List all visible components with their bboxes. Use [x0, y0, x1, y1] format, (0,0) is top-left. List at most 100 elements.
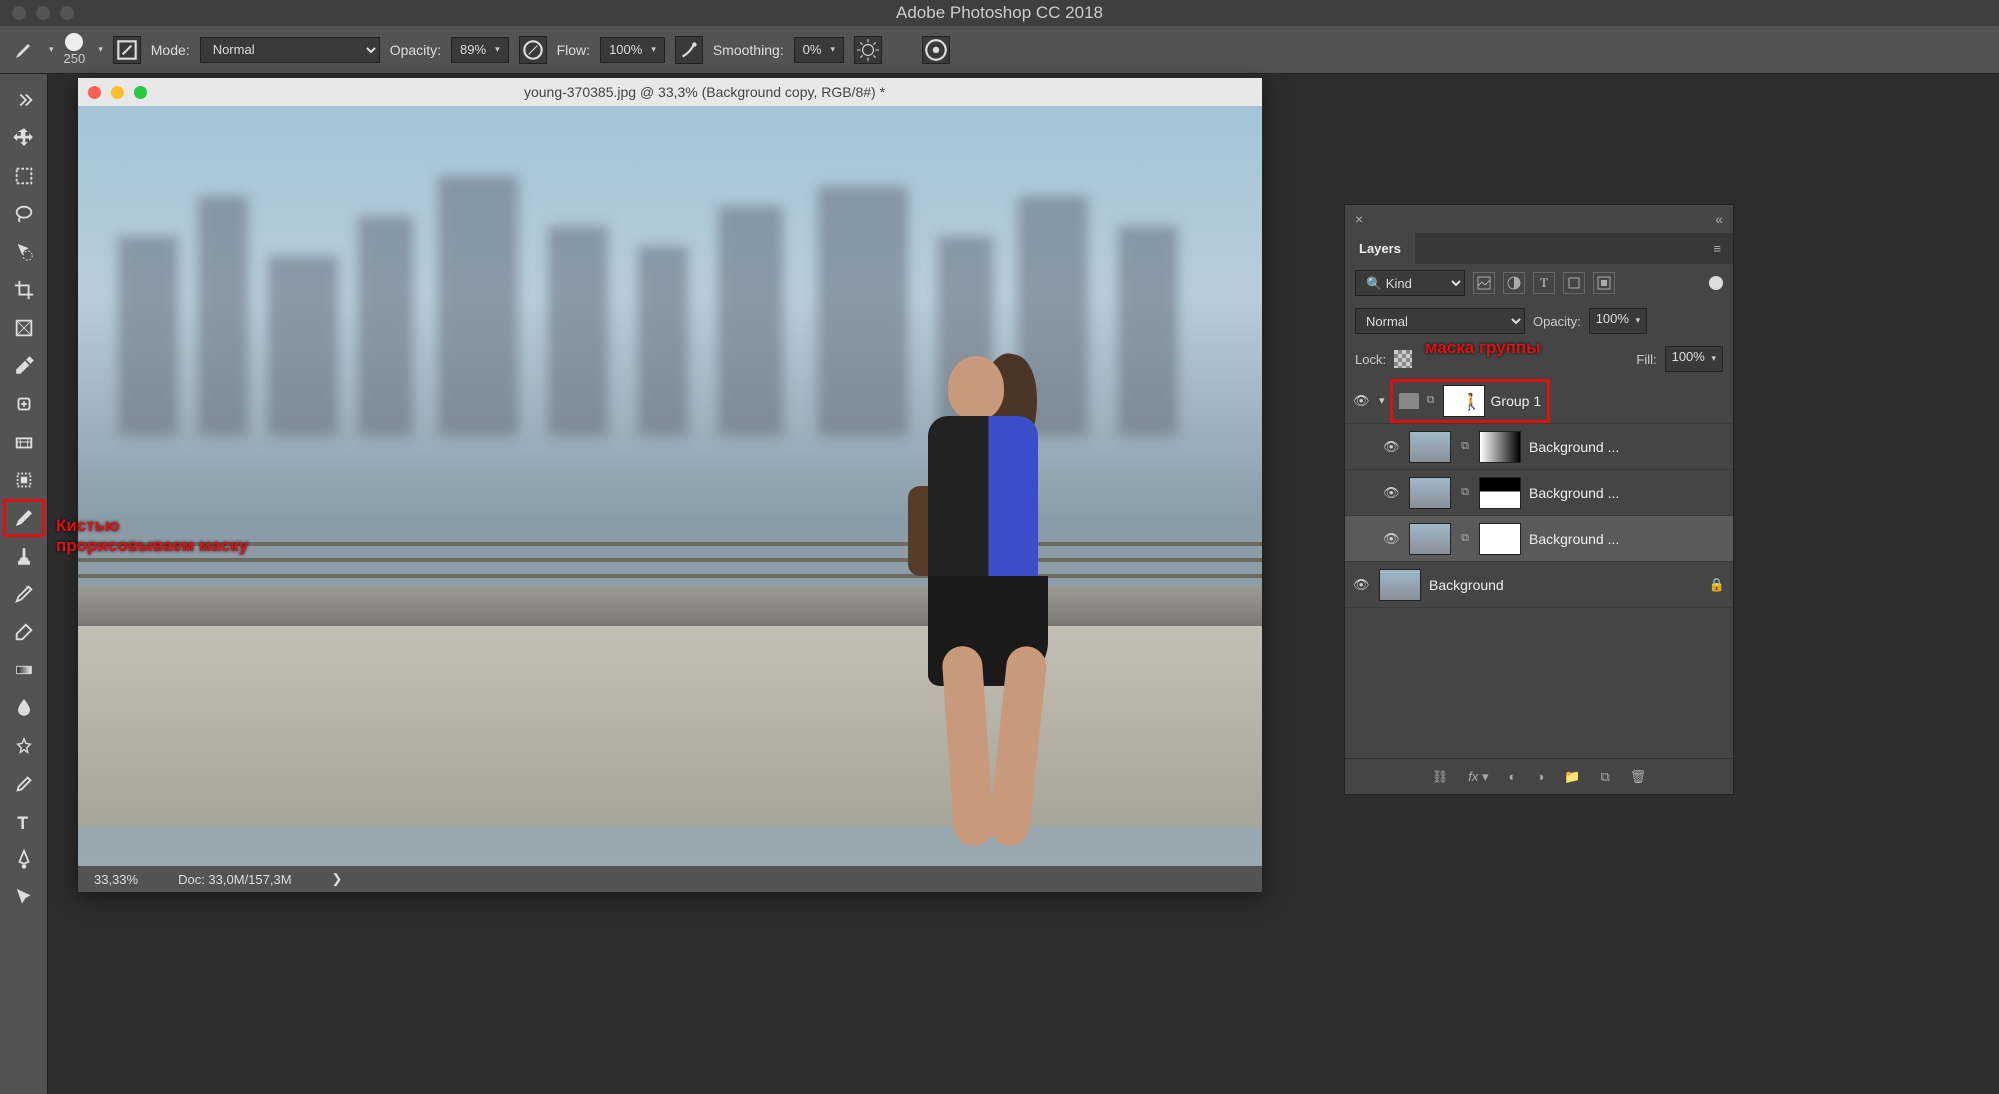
canvas[interactable]: [78, 106, 1262, 866]
brush-preset-picker[interactable]: 250: [64, 33, 86, 66]
visibility-icon[interactable]: 👁: [1383, 485, 1401, 501]
panel-menu-icon[interactable]: ≡: [1701, 233, 1733, 264]
tool-preset-picker[interactable]: [12, 38, 36, 62]
expand-toolbar-icon[interactable]: [6, 84, 42, 116]
visibility-icon[interactable]: 👁: [1353, 577, 1371, 593]
tab-layers[interactable]: Layers: [1345, 233, 1415, 264]
layer-filter-row: 🔍 Kind T: [1345, 264, 1733, 302]
smoothing-options-icon[interactable]: [854, 36, 882, 64]
window-controls[interactable]: [0, 6, 74, 20]
layer-name[interactable]: Group 1: [1491, 393, 1542, 409]
lock-icon[interactable]: 🔒: [1709, 577, 1725, 593]
doc-zoom-icon[interactable]: [134, 86, 147, 99]
minimize-window[interactable]: [36, 6, 50, 20]
layer-row[interactable]: 👁 ⧉ Background ...: [1345, 424, 1733, 470]
blend-mode-select[interactable]: Normal: [200, 37, 380, 63]
layer-row[interactable]: 👁 ⧉ Background ...: [1345, 470, 1733, 516]
layer-thumb[interactable]: [1409, 477, 1451, 509]
layer-thumb[interactable]: [1379, 569, 1421, 601]
doc-close-icon[interactable]: [88, 86, 101, 99]
layer-row-group[interactable]: 👁 ▾ ⧉ 🚶 Group 1: [1345, 378, 1733, 424]
filter-toggle-icon[interactable]: [1709, 276, 1723, 290]
filter-adjust-icon[interactable]: [1503, 272, 1525, 294]
layer-thumb[interactable]: [1409, 523, 1451, 555]
opacity-input[interactable]: 89%▾: [451, 37, 509, 63]
marquee-tool[interactable]: [6, 160, 42, 192]
panel-tabs: Layers ≡: [1345, 233, 1733, 264]
doc-size[interactable]: Doc: 33,0M/157,3M: [178, 872, 291, 887]
panel-close-icon[interactable]: ×: [1355, 211, 1363, 227]
filter-smart-icon[interactable]: [1593, 272, 1615, 294]
panel-collapse-icon[interactable]: «: [1715, 211, 1723, 227]
chevron-down-icon[interactable]: ▾: [98, 44, 103, 55]
zoom-level[interactable]: 33,33%: [94, 872, 138, 887]
options-bar: ▾ 250 ▾ Mode: Normal Opacity: 89%▾ Flow:…: [0, 26, 1999, 74]
airbrush-icon[interactable]: [675, 36, 703, 64]
delete-layer-icon[interactable]: 🗑: [1630, 769, 1647, 785]
layer-opacity-input[interactable]: 100% ▾: [1589, 308, 1647, 334]
gradient-tool[interactable]: [6, 654, 42, 686]
brush-tool[interactable]: [6, 502, 42, 534]
layer-mask-thumb[interactable]: [1479, 431, 1521, 463]
pen-tool[interactable]: [6, 844, 42, 876]
pressure-opacity-icon[interactable]: [519, 36, 547, 64]
filter-pixel-icon[interactable]: [1473, 272, 1495, 294]
dodge-tool[interactable]: [6, 730, 42, 762]
layer-name[interactable]: Background ...: [1529, 531, 1725, 547]
clone-stamp-tool[interactable]: [6, 540, 42, 572]
path-select-tool[interactable]: [6, 882, 42, 914]
visibility-icon[interactable]: 👁: [1383, 439, 1401, 455]
close-window[interactable]: [12, 6, 26, 20]
patch-tool[interactable]: [6, 426, 42, 458]
layer-name[interactable]: Background ...: [1529, 439, 1725, 455]
chevron-down-icon[interactable]: ▾: [49, 44, 54, 55]
pen-like-tool[interactable]: [6, 768, 42, 800]
fx-icon[interactable]: fx ▾: [1468, 769, 1488, 785]
app-titlebar: Adobe Photoshop CC 2018: [0, 0, 1999, 26]
lock-transparency-icon[interactable]: [1394, 350, 1412, 368]
visibility-icon[interactable]: 👁: [1353, 393, 1371, 409]
fill-input[interactable]: 100% ▾: [1665, 346, 1723, 372]
move-tool[interactable]: [6, 122, 42, 154]
filter-type-icon[interactable]: T: [1533, 272, 1555, 294]
disclosure-icon[interactable]: ▾: [1379, 394, 1385, 407]
layer-row-background[interactable]: 👁 Background 🔒: [1345, 562, 1733, 608]
filter-shape-icon[interactable]: [1563, 272, 1585, 294]
pressure-size-icon[interactable]: [922, 36, 950, 64]
eraser-tool[interactable]: [6, 616, 42, 648]
layer-mask-thumb[interactable]: [1479, 523, 1521, 555]
eyedropper-tool[interactable]: [6, 350, 42, 382]
link-layers-icon[interactable]: ⛓: [1432, 769, 1449, 785]
smoothing-input[interactable]: 0%▾: [794, 37, 844, 63]
folder-icon: [1399, 393, 1419, 409]
healing-brush-tool[interactable]: [6, 388, 42, 420]
blend-mode-select[interactable]: Normal: [1355, 308, 1525, 334]
visibility-icon[interactable]: 👁: [1383, 531, 1401, 547]
filter-type-select[interactable]: 🔍 Kind: [1355, 270, 1465, 296]
statusbar-chevron-icon[interactable]: ❯: [332, 871, 343, 887]
history-brush-tool[interactable]: [6, 578, 42, 610]
layer-thumb[interactable]: [1409, 431, 1451, 463]
crop-tool[interactable]: [6, 274, 42, 306]
flow-input[interactable]: 100%▾: [600, 37, 665, 63]
type-tool[interactable]: T: [6, 806, 42, 838]
lasso-tool[interactable]: [6, 198, 42, 230]
frame-tool[interactable]: [6, 312, 42, 344]
document-titlebar[interactable]: young-370385.jpg @ 33,3% (Background cop…: [78, 78, 1262, 106]
layer-mask-thumb[interactable]: [1479, 477, 1521, 509]
add-mask-icon[interactable]: ◐: [1509, 769, 1517, 784]
layer-row[interactable]: 👁 ⧉ Background ...: [1345, 516, 1733, 562]
new-group-icon[interactable]: 📁: [1564, 769, 1580, 785]
doc-minimize-icon[interactable]: [111, 86, 124, 99]
tools-panel: T Кистью прорисовываем маску: [0, 74, 48, 1094]
brush-settings-icon[interactable]: [113, 36, 141, 64]
layer-name[interactable]: Background: [1429, 577, 1701, 593]
layer-name[interactable]: Background ...: [1529, 485, 1725, 501]
adjustment-layer-icon[interactable]: ◑: [1536, 769, 1544, 784]
artboard-tool[interactable]: [6, 464, 42, 496]
blur-tool[interactable]: [6, 692, 42, 724]
quick-select-tool[interactable]: [6, 236, 42, 268]
zoom-window[interactable]: [60, 6, 74, 20]
layer-mask-thumb[interactable]: 🚶: [1443, 385, 1485, 417]
new-layer-icon[interactable]: ⧉: [1600, 769, 1609, 785]
